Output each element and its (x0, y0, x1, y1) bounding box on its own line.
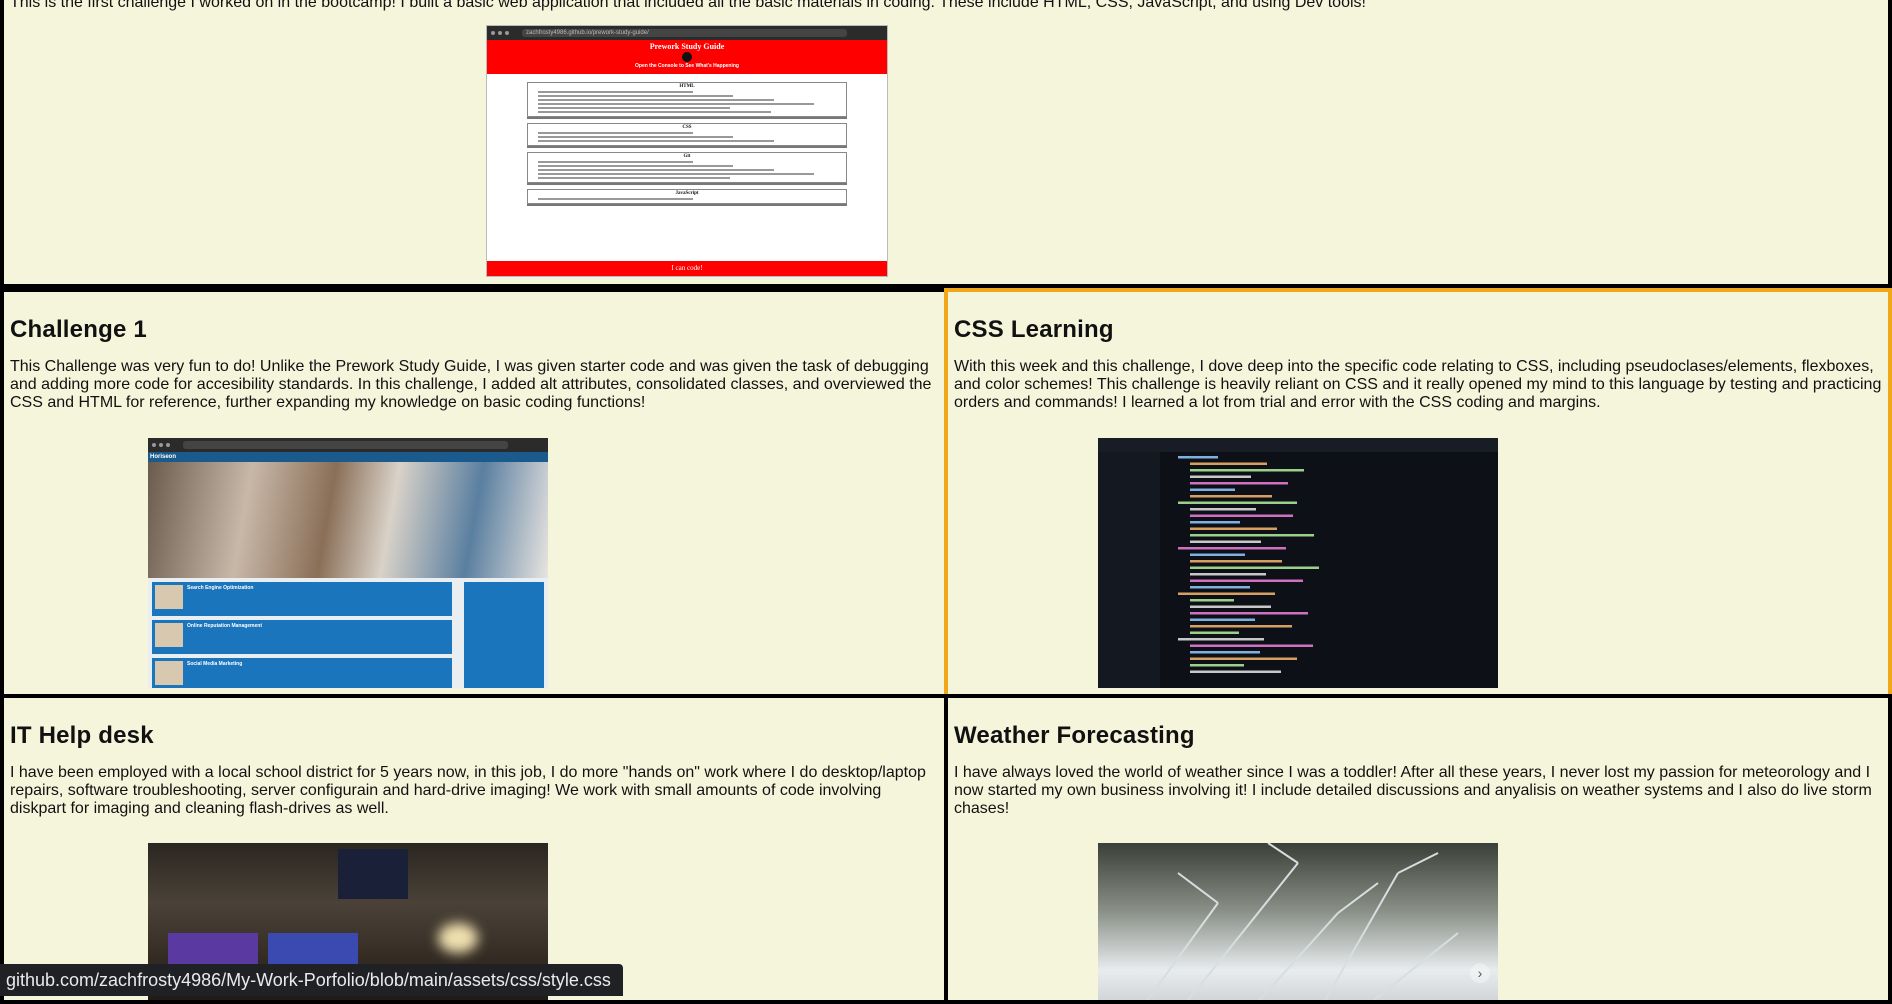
project-card-challenge-1[interactable]: Challenge 1 This Challenge was very fun … (0, 288, 948, 698)
project-title: Challenge 1 (10, 316, 147, 343)
horiseon-service-row: Online Reputation Management (152, 620, 452, 654)
project-title: IT Help desk (10, 722, 154, 749)
prework-section: HTML (527, 82, 847, 117)
row-thumbnail (155, 585, 183, 609)
project-title: Weather Forecasting (954, 722, 1195, 749)
prework-section-title: HTML (679, 84, 695, 89)
code-line (1190, 553, 1245, 556)
chevron-right-icon[interactable]: › (1470, 963, 1490, 983)
project-screenshot[interactable]: zachfrosty4986.github.io/prework-study-g… (487, 26, 887, 276)
prework-header: Prework Study Guide Open the Console to … (487, 40, 887, 74)
project-description: I have been employed with a local school… (10, 764, 926, 817)
code-line (1190, 612, 1308, 615)
code-line (1190, 586, 1250, 589)
code-line (1190, 625, 1292, 628)
prework-logo-icon (682, 52, 692, 62)
project-screenshot[interactable]: Horiseon Search Engine Optimization Onlin… (148, 438, 548, 688)
code-line (1190, 488, 1235, 491)
browser-chrome: zachfrosty4986.github.io/prework-study-g… (487, 26, 887, 40)
code-line (1190, 605, 1271, 608)
code-line (1190, 534, 1314, 537)
row-label: Search Engine Optimization (187, 585, 254, 591)
code-line (1190, 618, 1255, 621)
prework-section: CSS (527, 123, 847, 146)
horiseon-brand: Horiseon (148, 452, 548, 462)
horiseon-content: Search Engine Optimization Online Reputat… (148, 578, 548, 688)
horiseon-benefits-sidebar (464, 582, 544, 688)
project-card-weather-forecasting[interactable]: Weather Forecasting I have always loved … (944, 694, 1892, 1004)
horiseon-service-row: Search Engine Optimization (152, 582, 452, 616)
code-line (1178, 501, 1297, 504)
prework-section: JavaScript (527, 189, 847, 204)
prework-subtitle: Open the Console to See What's Happening (635, 63, 739, 69)
code-line (1190, 599, 1234, 602)
prework-section-title: JavaScript (675, 191, 699, 196)
code-line (1190, 475, 1251, 478)
horiseon-service-row: Social Media Marketing (152, 658, 452, 688)
horiseon-hero-image (148, 462, 548, 578)
prework-title: Prework Study Guide (649, 42, 725, 51)
code-line (1190, 670, 1281, 673)
code-line (1178, 638, 1264, 641)
code-line (1178, 456, 1218, 459)
lamp-light (438, 923, 478, 953)
code-line (1190, 644, 1313, 647)
row-label: Social Media Marketing (187, 661, 243, 667)
code-line (1190, 527, 1277, 530)
project-description: I have always loved the world of weather… (954, 764, 1872, 817)
code-line (1190, 573, 1266, 576)
code-line (1190, 482, 1288, 485)
project-description: This is the first challenge I worked on … (10, 0, 1366, 11)
status-bar-url: github.com/zachfrosty4986/My-Work-Porfol… (0, 964, 623, 996)
code-line (1190, 508, 1256, 511)
prework-section-title: CSS (682, 125, 692, 130)
project-card-it-help-desk[interactable]: IT Help desk I have been employed with a… (0, 694, 948, 1004)
project-description: With this week and this challenge, I dov… (954, 358, 1882, 411)
project-screenshot[interactable] (1098, 438, 1498, 688)
code-line (1178, 592, 1275, 595)
code-line (1178, 547, 1286, 550)
code-line (1190, 469, 1304, 472)
code-line (1190, 579, 1303, 582)
project-card-prework[interactable]: This is the first challenge I worked on … (0, 0, 1892, 288)
poster (338, 849, 408, 899)
project-photo[interactable]: › (1098, 843, 1498, 1000)
code-line (1190, 462, 1267, 465)
row-label: Online Reputation Management (187, 623, 263, 629)
code-line (1190, 631, 1239, 634)
project-description: This Challenge was very fun to do! Unlik… (10, 358, 932, 411)
project-title: CSS Learning (954, 316, 1114, 343)
snowy-branches (1146, 843, 1459, 1000)
project-card-css-learning[interactable]: CSS Learning With this week and this cha… (944, 288, 1892, 698)
editor-tabs (1098, 438, 1498, 452)
horiseon-rows: Search Engine Optimization Online Reputat… (152, 582, 452, 688)
code-line (1190, 566, 1319, 569)
row-thumbnail (155, 661, 183, 685)
browser-chrome (148, 438, 548, 452)
prework-section-title: Git (683, 154, 691, 159)
code-line (1190, 495, 1272, 498)
code-line (1190, 521, 1240, 524)
browser-url: zachfrosty4986.github.io/prework-study-g… (522, 29, 847, 37)
prework-footer: I can code! (487, 261, 887, 276)
prework-sections: HTML CSS Git JavaScript (487, 74, 887, 204)
editor-code (1178, 456, 1319, 673)
prework-section: Git (527, 152, 847, 183)
row-thumbnail (155, 623, 183, 647)
code-line (1190, 540, 1261, 543)
code-line (1190, 560, 1282, 563)
code-line (1190, 657, 1297, 660)
code-line (1190, 514, 1293, 517)
editor-explorer (1098, 452, 1160, 688)
code-line (1190, 664, 1244, 667)
code-line (1190, 651, 1260, 654)
